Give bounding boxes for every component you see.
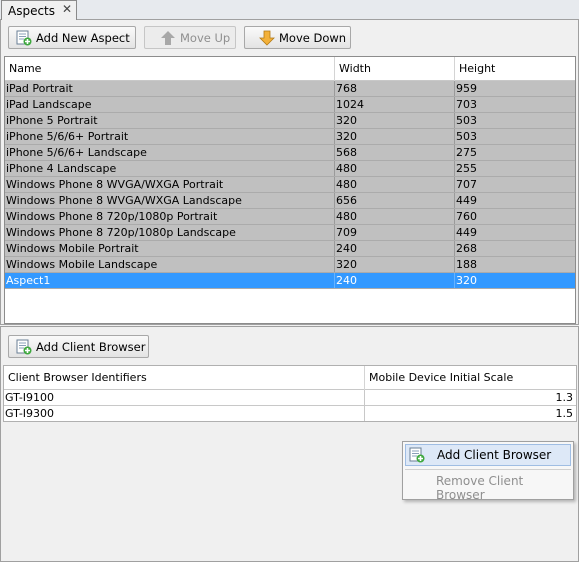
table-row[interactable]: iPhone 5/6/6+ Landscape 568 275: [5, 145, 575, 161]
move-down-button[interactable]: Move Down: [244, 26, 351, 49]
cell-height: 255: [456, 162, 477, 175]
cell-width: 1024: [335, 97, 455, 112]
cell-width: 709: [335, 225, 455, 240]
cell-identifier: GT-I9300: [4, 406, 365, 421]
cell-width: 768: [335, 81, 455, 96]
cell-name: Windows Mobile Portrait: [5, 241, 335, 256]
cell-width: 480: [335, 161, 455, 176]
cell-initial-scale: 1.5: [555, 407, 574, 420]
column-header-width[interactable]: Width: [335, 57, 455, 81]
tab-bar: Aspects ✕: [0, 0, 579, 21]
table-row[interactable]: Windows Phone 8 WVGA/WXGA Landscape 656 44…: [5, 193, 575, 209]
column-header-initial-scale[interactable]: Mobile Device Initial Scale: [365, 366, 576, 390]
cell-name: Windows Phone 8 720p/1080p Portrait: [5, 209, 335, 224]
add-new-aspect-button[interactable]: Add New Aspect: [8, 26, 136, 49]
cell-width: 240: [335, 241, 455, 256]
cell-name: iPad Landscape: [5, 97, 335, 112]
menu-separator: [405, 469, 571, 470]
add-client-browser-button[interactable]: Add Client Browser: [8, 335, 149, 358]
menu-item-remove-client-browser[interactable]: Remove Client Browser: [405, 474, 571, 502]
cell-width: 480: [335, 209, 455, 224]
cell-height: 503: [456, 130, 477, 143]
move-up-button[interactable]: Move Up: [144, 26, 236, 49]
table-row[interactable]: Windows Phone 8 720p/1080p Portrait 480 76…: [5, 209, 575, 225]
cell-height: 503: [456, 114, 477, 127]
client-browser-panel: Add Client Browser Client Browser Identi…: [0, 326, 579, 562]
cell-height: 707: [456, 178, 477, 191]
cell-name: iPad Portrait: [5, 81, 335, 96]
cell-name: iPhone 4 Landscape: [5, 161, 335, 176]
table-row[interactable]: Windows Phone 8 WVGA/WXGA Portrait 480 707: [5, 177, 575, 193]
cell-name: iPhone 5 Portrait: [5, 113, 335, 128]
cell-width: 240: [335, 273, 455, 288]
cell-height: 275: [456, 146, 477, 159]
cell-name: Windows Mobile Landscape: [5, 257, 335, 272]
client-browser-table-header: Client Browser Identifiers Mobile Device…: [4, 366, 576, 390]
cell-width: 568: [335, 145, 455, 160]
cell-initial-scale: 1.3: [555, 391, 574, 404]
menu-item-add-label: Add Client Browser: [437, 448, 552, 462]
cell-width: 320: [335, 257, 455, 272]
cell-height: 449: [456, 226, 477, 239]
table-row[interactable]: Windows Phone 8 720p/1080p Landscape 709 4…: [5, 225, 575, 241]
cell-height: 703: [456, 98, 477, 111]
close-icon[interactable]: ✕: [62, 2, 72, 16]
tab-aspects[interactable]: Aspects ✕: [1, 0, 77, 21]
table-row[interactable]: Aspect1 240 320: [5, 273, 575, 289]
column-header-identifiers[interactable]: Client Browser Identifiers: [4, 366, 365, 390]
arrow-up-icon: [161, 30, 175, 45]
cell-width: 480: [335, 177, 455, 192]
cell-height: 320: [456, 274, 477, 287]
cell-width: 320: [335, 113, 455, 128]
menu-item-add-client-browser[interactable]: Add Client Browser: [405, 444, 571, 466]
add-new-aspect-label: Add New Aspect: [36, 30, 130, 45]
client-browser-table[interactable]: Client Browser Identifiers Mobile Device…: [3, 365, 577, 422]
table-row[interactable]: iPhone 5/6/6+ Portrait 320 503: [5, 129, 575, 145]
cell-name: Aspect1: [5, 273, 335, 288]
add-document-icon: [409, 447, 425, 463]
add-client-browser-label: Add Client Browser: [36, 339, 146, 354]
tab-aspects-label: Aspects: [8, 4, 56, 18]
column-header-height[interactable]: Height: [455, 57, 575, 81]
cell-height: 188: [456, 258, 477, 271]
cell-width: 320: [335, 129, 455, 144]
table-row[interactable]: GT-I9100 1.3: [4, 390, 576, 406]
cell-name: Windows Phone 8 720p/1080p Landscape: [5, 225, 335, 240]
table-row[interactable]: iPhone 5 Portrait 320 503: [5, 113, 575, 129]
context-menu: Add Client Browser Remove Client Browser: [402, 441, 574, 502]
table-row[interactable]: GT-I9300 1.5: [4, 406, 576, 421]
cell-height: 268: [456, 242, 477, 255]
column-header-name[interactable]: Name: [5, 57, 335, 81]
cell-height: 449: [456, 194, 477, 207]
table-row[interactable]: Windows Mobile Portrait 240 268: [5, 241, 575, 257]
table-row[interactable]: iPad Landscape 1024 703: [5, 97, 575, 113]
table-row[interactable]: iPhone 4 Landscape 480 255: [5, 161, 575, 177]
aspects-table[interactable]: Name Width Height iPad Portrait 768 959 iPa…: [4, 56, 576, 324]
cell-name: iPhone 5/6/6+ Portrait: [5, 129, 335, 144]
arrow-down-icon: [259, 30, 275, 46]
cell-name: iPhone 5/6/6+ Landscape: [5, 145, 335, 160]
cell-height: 760: [456, 210, 477, 223]
cell-width: 656: [335, 193, 455, 208]
aspects-panel: Add New Aspect Move Up Move Down Name Wi…: [0, 20, 579, 325]
cell-name: Windows Phone 8 WVGA/WXGA Portrait: [5, 177, 335, 192]
table-row[interactable]: Windows Mobile Landscape 320 188: [5, 257, 575, 273]
menu-item-remove-label: Remove Client Browser: [436, 474, 524, 502]
move-up-label: Move Up: [180, 30, 231, 45]
cell-height: 959: [456, 82, 477, 95]
move-down-label: Move Down: [279, 30, 347, 45]
table-row[interactable]: iPad Portrait 768 959: [5, 81, 575, 97]
aspects-table-header: Name Width Height: [5, 57, 575, 81]
cell-identifier: GT-I9100: [4, 390, 365, 405]
add-document-icon: [16, 30, 32, 45]
cell-name: Windows Phone 8 WVGA/WXGA Landscape: [5, 193, 335, 208]
add-document-icon: [16, 339, 32, 354]
